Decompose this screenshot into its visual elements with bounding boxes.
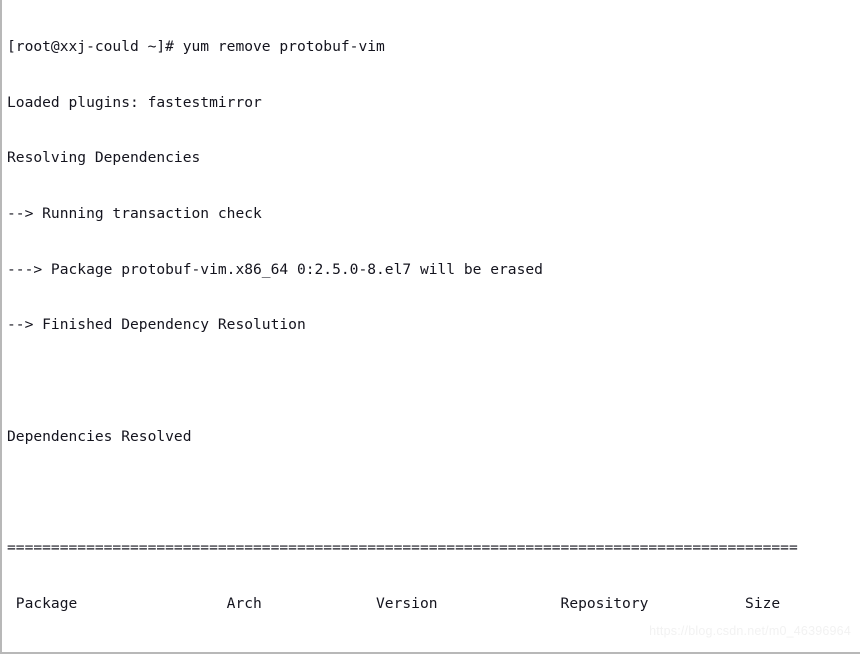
terminal-line: --> Finished Dependency Resolution — [7, 316, 306, 334]
terminal-line: ---> Package protobuf-vim.x86_64 0:2.5.0… — [7, 260, 543, 278]
terminal-line: [root@xxj-could ~]# yum remove protobuf-… — [7, 38, 385, 56]
terminal-line: Loaded plugins: fastestmirror — [7, 93, 262, 111]
terminal-line: --> Running transaction check — [7, 205, 262, 223]
watermark-url: https://blog.csdn.net/m0_46396964 — [649, 624, 851, 638]
table-header-row: Package Arch Version Repository Size — [7, 594, 781, 612]
terminal-line: Resolving Dependencies — [7, 149, 201, 167]
terminal-line: Dependencies Resolved — [7, 427, 192, 445]
terminal-output-area[interactable]: [root@xxj-could ~]# yum remove protobuf-… — [7, 1, 857, 652]
terminal-window[interactable]: [root@xxj-could ~]# yum remove protobuf-… — [0, 0, 860, 654]
table-rule-header: ========================================… — [7, 650, 857, 652]
table-rule-top: ========================================… — [7, 538, 798, 556]
